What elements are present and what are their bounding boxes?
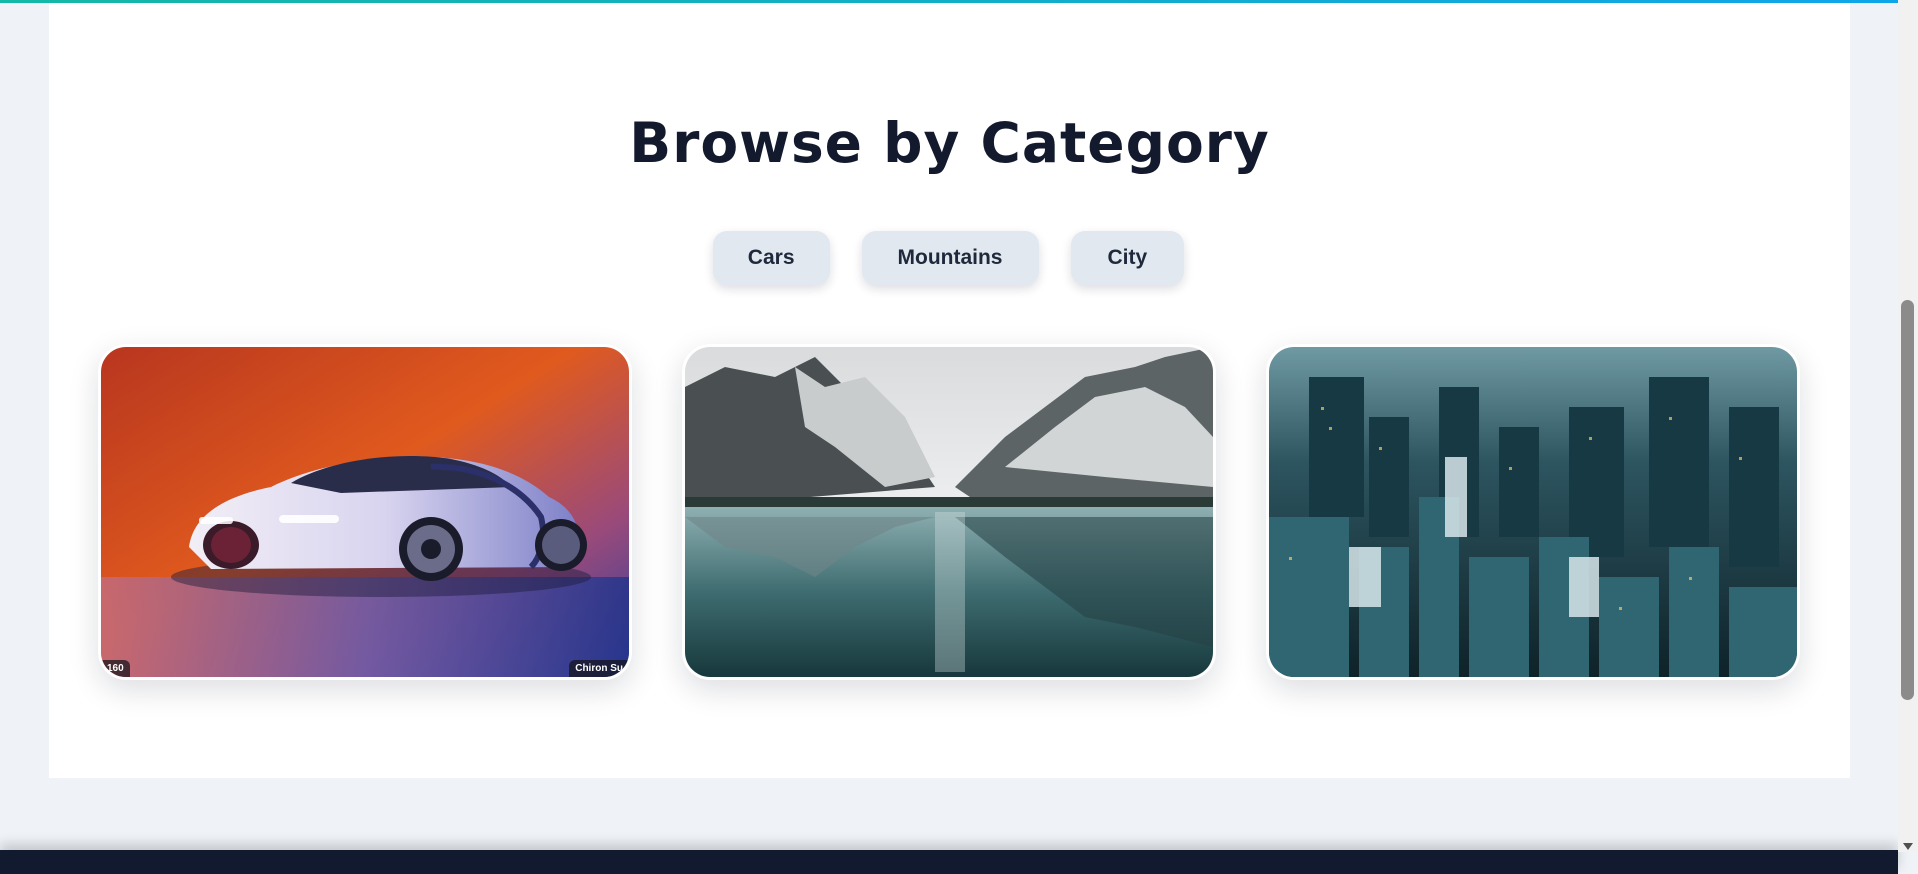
car-image: 160 Chiron Su xyxy=(101,347,629,677)
image-index-badge: 160 xyxy=(101,660,130,677)
vertical-scrollbar[interactable] xyxy=(1898,0,1918,852)
filter-mountains-button[interactable]: Mountains xyxy=(861,231,1039,285)
scrollbar-thumb[interactable] xyxy=(1901,300,1914,700)
section-title: Browse by Category xyxy=(629,111,1270,175)
category-filters: Cars Mountains City xyxy=(49,231,1850,285)
category-card-city[interactable] xyxy=(1266,344,1800,680)
page-footer xyxy=(0,850,1898,874)
scroll-down-arrow-icon[interactable] xyxy=(1903,843,1913,850)
image-caption-badge: Chiron Su xyxy=(569,660,629,677)
mountain-lake-image xyxy=(685,347,1213,677)
category-card-mountains[interactable] xyxy=(682,344,1216,680)
filter-cars-button[interactable]: Cars xyxy=(712,231,830,285)
category-card-cars[interactable]: 160 Chiron Su xyxy=(98,344,632,680)
filter-city-button[interactable]: City xyxy=(1070,231,1185,285)
city-aerial-image xyxy=(1269,347,1797,677)
